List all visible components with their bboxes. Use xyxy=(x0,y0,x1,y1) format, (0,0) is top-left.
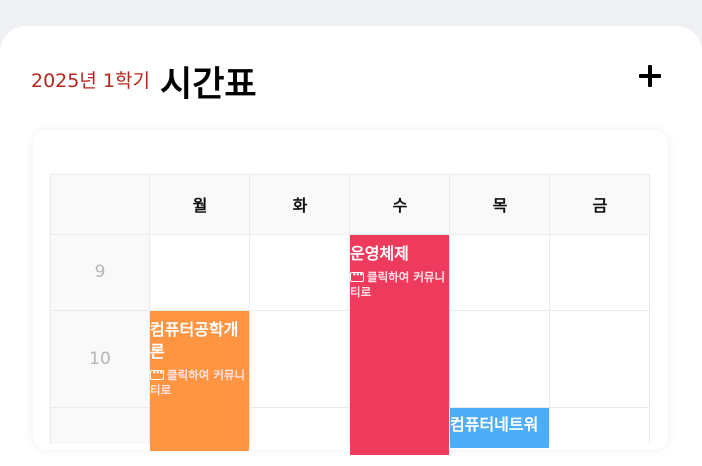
grid-line xyxy=(449,174,450,444)
grid-line xyxy=(50,174,51,444)
course-block-os[interactable]: 운영체제 클릭하여 커뮤니티로 xyxy=(350,235,449,455)
day-header-wed: 수 xyxy=(350,174,450,234)
day-header-tue: 화 xyxy=(250,174,350,234)
day-header-mon: 월 xyxy=(150,174,250,234)
course-name: 컴퓨터공학개론 xyxy=(150,320,239,361)
community-link[interactable]: 클릭하여 커뮤니티로 xyxy=(150,366,249,398)
time-label-11 xyxy=(50,407,150,444)
day-header-thu: 목 xyxy=(450,174,550,234)
community-link-label: 클릭하여 커뮤니티로 xyxy=(150,368,246,397)
grid-line xyxy=(549,174,550,444)
community-link-label: 클릭하여 커뮤니티로 xyxy=(350,270,446,299)
course-name: 컴퓨터네트워 xyxy=(450,415,539,434)
chat-icon xyxy=(350,268,364,283)
grid-line xyxy=(249,174,250,444)
time-label-9: 9 xyxy=(50,234,150,310)
day-header-fri: 금 xyxy=(550,174,650,234)
semester-label: 2025년 1학기 xyxy=(31,70,150,92)
add-course-button[interactable] xyxy=(634,60,666,92)
chat-icon xyxy=(150,366,164,381)
course-block-intro-cs[interactable]: 컴퓨터공학개론 클릭하여 커뮤니티로 xyxy=(150,311,249,451)
grid-line xyxy=(50,174,650,175)
page-title: 시간표 xyxy=(160,65,257,105)
course-block-network[interactable]: 컴퓨터네트워 xyxy=(450,408,549,448)
course-name: 운영체제 xyxy=(350,244,409,263)
time-label-10: 10 xyxy=(50,310,150,407)
grid-line xyxy=(649,174,650,444)
community-link[interactable]: 클릭하여 커뮤니티로 xyxy=(350,268,449,300)
header-corner xyxy=(50,174,150,234)
timetable-grid: 월 화 수 목 금 9 10 운영체제 클릭하여 커뮤니티로 컴퓨터공학개론 클… xyxy=(50,174,650,455)
